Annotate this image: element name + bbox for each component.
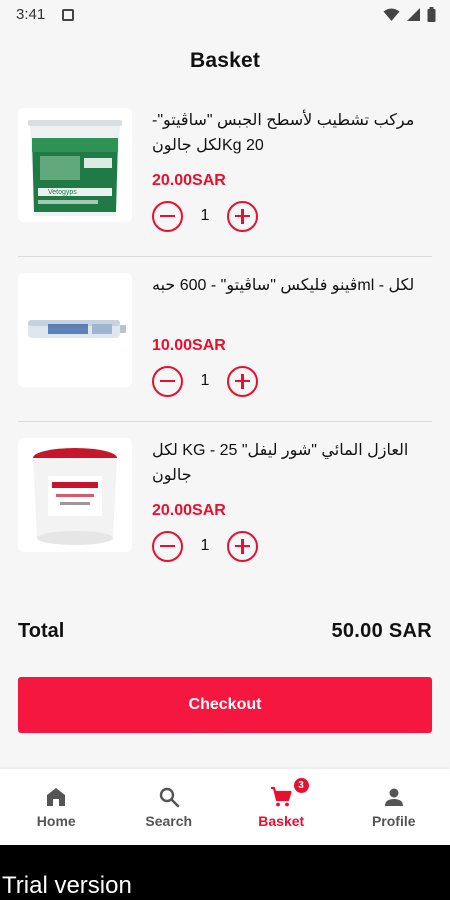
nav-basket[interactable]: 3 Basket (225, 769, 338, 845)
quantity-stepper[interactable]: 1 (152, 200, 258, 232)
increase-quantity-button[interactable] (227, 530, 258, 562)
bucket-product-image: Vetogyps (18, 108, 132, 222)
wifi-icon (383, 8, 400, 21)
checkout-button[interactable]: Checkout (18, 677, 432, 733)
decrease-quantity-button[interactable] (152, 200, 183, 232)
product-price: 20.00SAR (152, 172, 226, 189)
bucket-product-image (18, 438, 132, 552)
product-name: العازل المائي "شور ليفل" KG - 25 لكل جال… (152, 442, 409, 484)
quantity-stepper[interactable]: 1 (152, 365, 258, 397)
nav-profile-label: Profile (371, 813, 416, 829)
app-notification-icon (62, 9, 74, 21)
product-price: 20.00SAR (152, 502, 226, 519)
basket-item[interactable]: Vetogyps مركب تشطيب لأسطح الجبس "ساڤيتو"… (0, 92, 450, 257)
quantity-value: 1 (200, 372, 210, 389)
app-header: Basket (0, 32, 450, 90)
signal-icon (407, 8, 420, 21)
decrease-quantity-button[interactable] (152, 365, 183, 397)
nav-home[interactable]: Home (0, 769, 113, 845)
nav-profile[interactable]: Profile (338, 769, 450, 845)
product-image[interactable] (18, 438, 132, 552)
total-row: Total 50.00 SAR (18, 620, 432, 643)
quantity-value: 1 (200, 207, 210, 224)
cart-count-badge: 3 (292, 777, 310, 794)
basket-list[interactable]: Vetogyps مركب تشطيب لأسطح الجبس "ساڤيتو"… (0, 92, 450, 587)
trial-text: Trial version (2, 872, 132, 899)
basket-item[interactable]: العازل المائي "شور ليفل" KG - 25 لكل جال… (0, 422, 450, 587)
product-name: مركب تشطيب لأسطح الجبس "ساڤيتو"- 20 Kgلك… (152, 112, 415, 154)
product-price: 10.00SAR (152, 337, 226, 354)
bottom-nav: Home Search 3 Basket Profile (0, 769, 450, 845)
cart-icon (271, 786, 292, 807)
sealant-tube-product-image (18, 273, 132, 387)
product-image[interactable]: Vetogyps (18, 108, 132, 222)
search-icon (159, 787, 180, 808)
home-icon (47, 788, 66, 806)
status-time: 3:41 (16, 6, 46, 23)
product-name: لكل - mlڤينو فليكس "ساڤيتو" - 600 حبه (152, 277, 415, 294)
basket-item[interactable]: لكل - mlڤينو فليكس "ساڤيتو" - 600 حبه 10… (0, 257, 450, 422)
decrease-quantity-button[interactable] (152, 530, 183, 562)
status-indicators (383, 7, 436, 22)
total-label: Total (18, 620, 65, 642)
page-title: Basket (189, 49, 261, 72)
quantity-stepper[interactable]: 1 (152, 530, 258, 562)
nav-search-label: Search (145, 813, 193, 829)
trial-banner: Trial version (0, 845, 450, 900)
nav-search[interactable]: Search (113, 769, 226, 845)
nav-basket-label: Basket (258, 813, 305, 829)
person-icon (384, 788, 403, 806)
product-image[interactable] (18, 273, 132, 387)
product-brand-text: Vetogyps (48, 189, 77, 196)
increase-quantity-button[interactable] (227, 365, 258, 397)
quantity-value: 1 (200, 537, 210, 554)
nav-home-label: Home (36, 813, 76, 829)
total-value: 50.00 SAR (331, 620, 432, 642)
battery-icon (427, 7, 436, 22)
increase-quantity-button[interactable] (227, 200, 258, 232)
status-bar: 3:41 (0, 0, 450, 32)
